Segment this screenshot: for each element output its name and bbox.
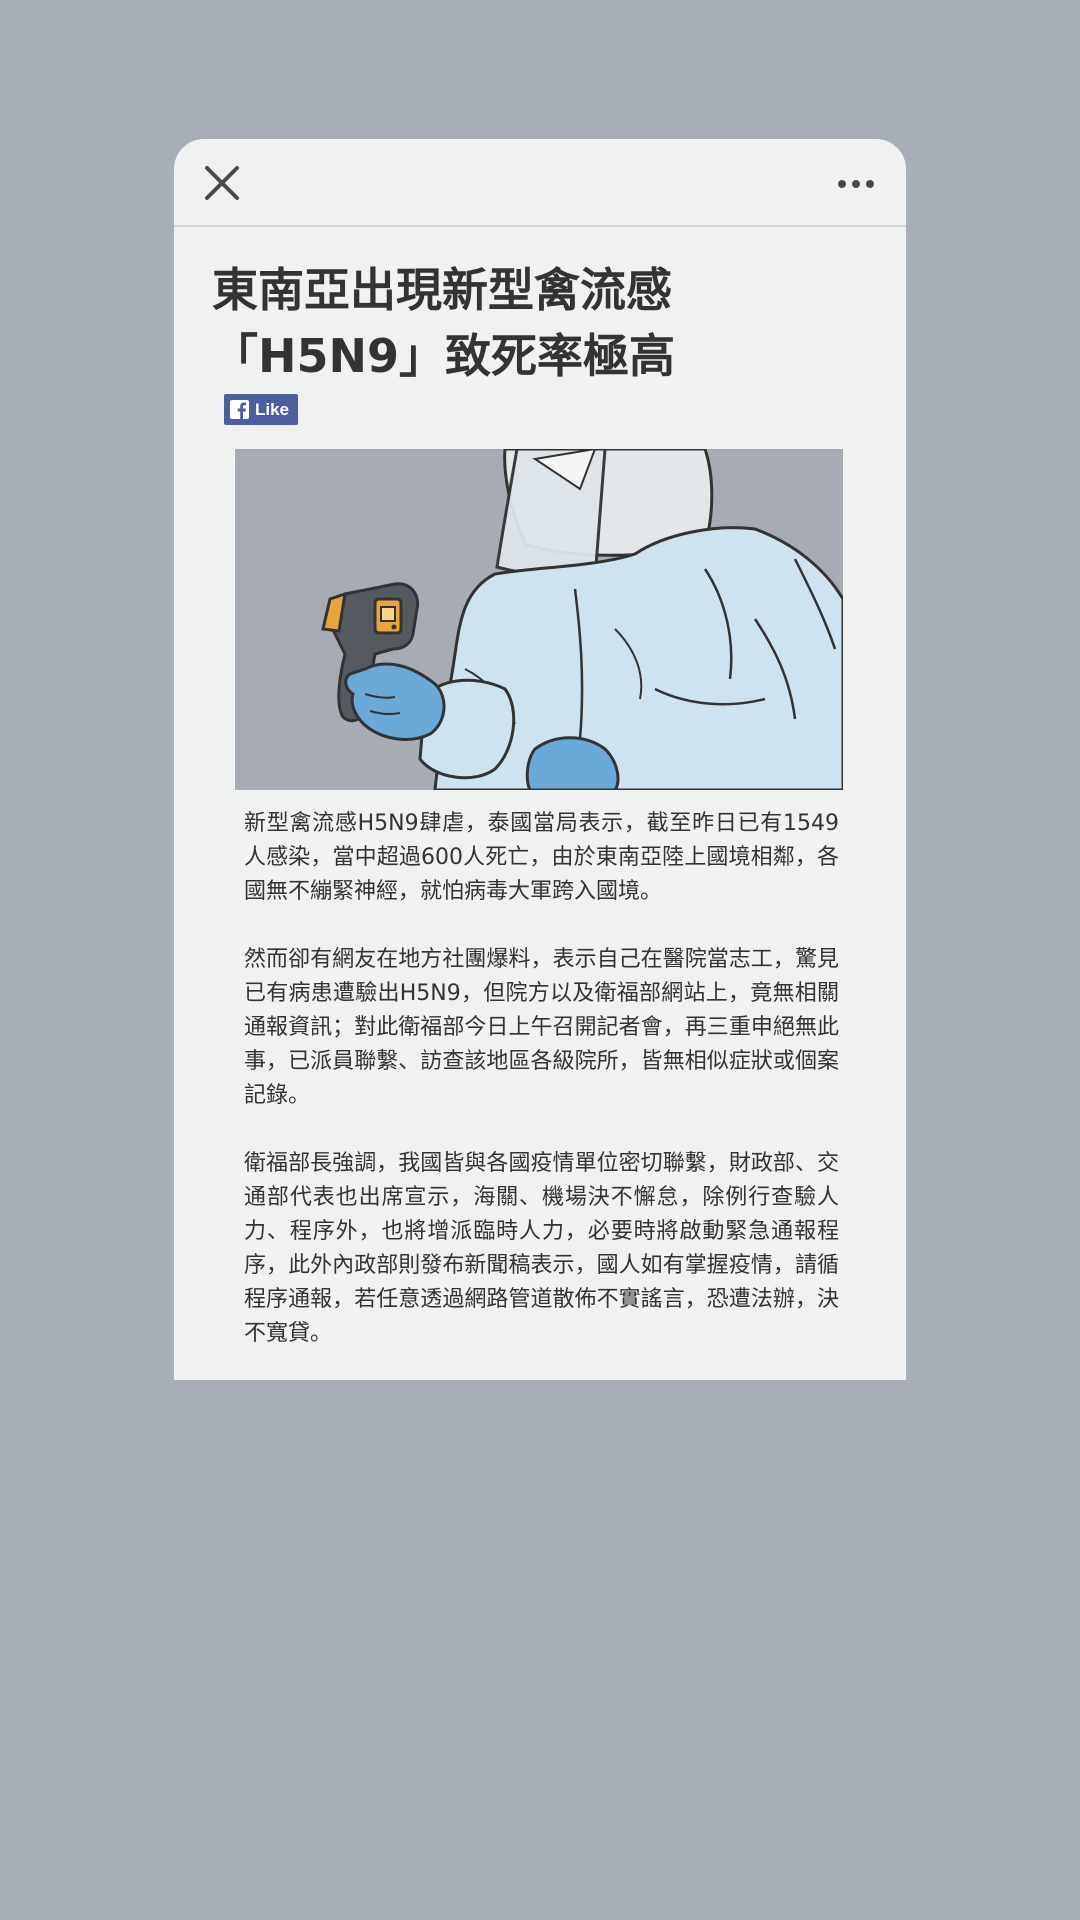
- modal-top-bar: [174, 139, 906, 227]
- article-title-line-2: 「H5N9」致死率極高: [212, 329, 676, 383]
- article-paragraph-1: 新型禽流感H5N9肆虐，泰國當局表示，截至昨日已有1549人感染，當中超過600…: [244, 811, 839, 904]
- more-options-button[interactable]: [836, 169, 876, 199]
- facebook-icon: [230, 400, 249, 419]
- more-icon: [838, 180, 874, 188]
- article-title-line-1: 東南亞出現新型禽流感: [212, 263, 672, 317]
- like-label: Like: [255, 400, 290, 419]
- close-button[interactable]: [202, 163, 242, 203]
- article-modal: 東南亞出現新型禽流感 「H5N9」致死率極高 Like 新型禽流感H5N9肆虐，…: [174, 139, 906, 1380]
- article-body: 新型禽流感H5N9肆虐，泰國當局表示，截至昨日已有1549人感染，當中超過600…: [244, 807, 839, 1380]
- article-paragraph-2: 然而卻有網友在地方社團爆料，表示自己在醫院當志工，驚見已有病患遭驗出H5N9，但…: [244, 947, 839, 1108]
- article-paragraph-3: 衛福部長強調，我國皆與各國疫情單位密切聯繫，財政部、交通部代表也出席宣示，海關、…: [244, 1151, 839, 1346]
- article-title: 東南亞出現新型禽流感 「H5N9」致死率極高: [212, 257, 872, 389]
- close-icon: [205, 166, 239, 200]
- facebook-like-button[interactable]: Like: [224, 394, 298, 425]
- hazmat-illustration: [235, 449, 843, 790]
